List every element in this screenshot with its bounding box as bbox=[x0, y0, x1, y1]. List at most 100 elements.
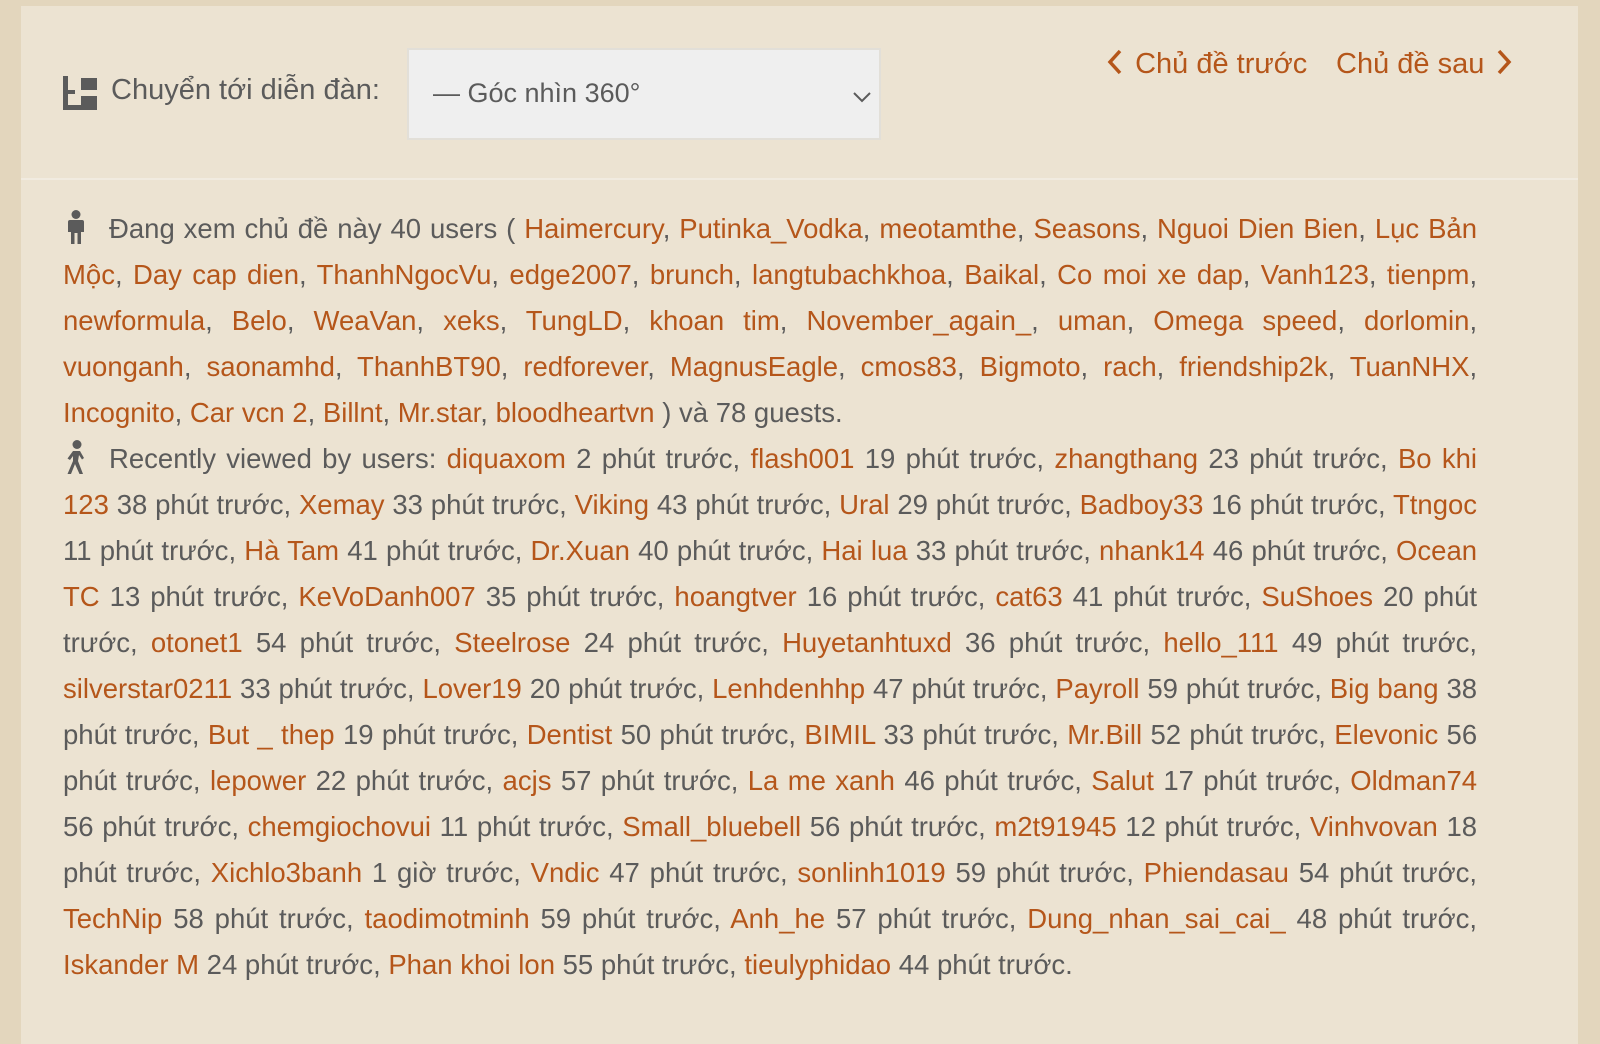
recent-viewer-link[interactable]: Hà Tam bbox=[244, 535, 339, 566]
viewing-user-link[interactable]: rach bbox=[1103, 351, 1157, 382]
viewing-user-link[interactable]: Omega speed bbox=[1153, 305, 1337, 336]
recent-viewer-link[interactable]: zhangthang bbox=[1054, 443, 1198, 474]
viewing-user-link[interactable]: Vanh123 bbox=[1261, 259, 1369, 290]
recent-viewer-link[interactable]: Salut bbox=[1091, 765, 1154, 796]
viewing-user-link[interactable]: Nguoi Dien Bien bbox=[1157, 213, 1358, 244]
recent-viewer-link[interactable]: Vinhvovan bbox=[1310, 811, 1438, 842]
recent-viewer-time: 59 phút trước bbox=[955, 857, 1127, 888]
viewing-user-link[interactable]: Seasons bbox=[1033, 213, 1140, 244]
viewing-user-link[interactable]: friendship2k bbox=[1179, 351, 1327, 382]
viewing-user-link[interactable]: langtubachkhoa bbox=[752, 259, 946, 290]
viewing-user-link[interactable]: redforever bbox=[523, 351, 647, 382]
viewing-user-link[interactable]: Incognito bbox=[63, 397, 175, 428]
viewing-user-link[interactable]: TuanNHX bbox=[1350, 351, 1470, 382]
viewing-user-link[interactable]: brunch bbox=[650, 259, 734, 290]
recent-viewer-link[interactable]: Big bang bbox=[1330, 673, 1439, 704]
viewing-user-link[interactable]: MagnusEagle bbox=[670, 351, 838, 382]
viewing-user-link[interactable]: ThanhBT90 bbox=[357, 351, 501, 382]
recent-viewer-link[interactable]: Dung_nhan_sai_cai_ bbox=[1027, 903, 1285, 934]
recent-viewer-link[interactable]: Anh_he bbox=[730, 903, 825, 934]
viewing-user-link[interactable]: Billnt bbox=[323, 397, 383, 428]
walking-person-icon bbox=[63, 440, 89, 474]
recent-viewer-link[interactable]: diquaxom bbox=[447, 443, 566, 474]
viewing-user-link[interactable]: meotamthe bbox=[879, 213, 1017, 244]
viewing-user-link[interactable]: dorlomin bbox=[1364, 305, 1469, 336]
recent-viewer-link[interactable]: Badboy33 bbox=[1080, 489, 1204, 520]
recent-viewer-link[interactable]: Elevonic bbox=[1334, 719, 1438, 750]
recent-viewer-link[interactable]: lepower bbox=[210, 765, 306, 796]
recent-viewer-time: 48 phút trước bbox=[1296, 903, 1470, 934]
recent-viewer-link[interactable]: Xichlo3banh bbox=[211, 857, 362, 888]
viewing-user-link[interactable]: Car vcn 2 bbox=[190, 397, 308, 428]
recent-viewer-link[interactable]: SuShoes bbox=[1261, 581, 1373, 612]
recent-viewer-link[interactable]: taodimotminh bbox=[365, 903, 530, 934]
viewing-user-link[interactable]: November_again_ bbox=[806, 305, 1031, 336]
recent-viewer-link[interactable]: hello_111 bbox=[1163, 627, 1278, 658]
viewing-user-link[interactable]: bloodheartvn bbox=[496, 397, 655, 428]
recent-viewer-link[interactable]: Lover19 bbox=[422, 673, 521, 704]
viewing-user-link[interactable]: vuonganh bbox=[63, 351, 184, 382]
recent-viewer-link[interactable]: Steelrose bbox=[454, 627, 570, 658]
forum-select[interactable]: — Góc nhìn 360° bbox=[407, 48, 881, 140]
viewing-user-link[interactable]: Haimercury bbox=[524, 213, 663, 244]
viewing-user-link[interactable]: xeks bbox=[443, 305, 500, 336]
recent-viewer-link[interactable]: TechNip bbox=[63, 903, 162, 934]
recent-viewer-link[interactable]: otonet1 bbox=[151, 627, 243, 658]
recent-viewer-link[interactable]: Huyetanhtuxd bbox=[782, 627, 952, 658]
viewing-user-link[interactable]: uman bbox=[1058, 305, 1127, 336]
recent-viewer-time: 57 phút trước bbox=[835, 903, 1009, 934]
viewing-user-link[interactable]: Putinka_Vodka bbox=[679, 213, 862, 244]
recent-viewer-link[interactable]: BIMIL bbox=[804, 719, 875, 750]
recent-viewer-link[interactable]: Iskander M bbox=[63, 949, 199, 980]
viewing-user-link[interactable]: Day cap dien bbox=[133, 259, 299, 290]
viewing-user-link[interactable]: cmos83 bbox=[861, 351, 957, 382]
recent-viewer-link[interactable]: silverstar0211 bbox=[63, 673, 232, 704]
recent-viewer-link[interactable]: KeVoDanh007 bbox=[298, 581, 475, 612]
viewing-user-link[interactable]: khoan tim bbox=[649, 305, 780, 336]
recent-viewer-link[interactable]: Payroll bbox=[1055, 673, 1139, 704]
recent-viewer-link[interactable]: Dentist bbox=[527, 719, 613, 750]
recent-viewer-link[interactable]: flash001 bbox=[750, 443, 854, 474]
recent-viewer-link[interactable]: Small_bluebell bbox=[622, 811, 801, 842]
recent-viewer-link[interactable]: hoangtver bbox=[674, 581, 796, 612]
viewing-user-link[interactable]: edge2007 bbox=[509, 259, 631, 290]
recent-viewer-link[interactable]: nhank14 bbox=[1099, 535, 1205, 566]
recent-viewer-link[interactable]: Oldman74 bbox=[1350, 765, 1477, 796]
viewing-user-link[interactable]: WeaVan bbox=[313, 305, 416, 336]
viewing-user-link[interactable]: Bigmoto bbox=[980, 351, 1081, 382]
recent-viewer-link[interactable]: Viking bbox=[575, 489, 649, 520]
recent-viewer-link[interactable]: sonlinh1019 bbox=[797, 857, 945, 888]
jump-bar: Chuyển tới diễn đàn: — Góc nhìn 360° Chủ… bbox=[21, 6, 1578, 180]
viewing-user-link[interactable]: newformula bbox=[63, 305, 205, 336]
recent-viewer-link[interactable]: tieulyphidao bbox=[744, 949, 891, 980]
recent-viewer-link[interactable]: m2t91945 bbox=[994, 811, 1116, 842]
recent-viewer-link[interactable]: acjs bbox=[503, 765, 552, 796]
recent-viewer-link[interactable]: Phiendasau bbox=[1144, 857, 1289, 888]
recent-viewer-link[interactable]: But _ thep bbox=[208, 719, 335, 750]
viewing-user-link[interactable]: tienpm bbox=[1387, 259, 1470, 290]
viewing-user-link[interactable]: ThanhNgocVu bbox=[317, 259, 492, 290]
viewing-user-link[interactable]: Mr.star bbox=[398, 397, 481, 428]
viewing-user-link[interactable]: saonamhd bbox=[206, 351, 334, 382]
viewing-user-link[interactable]: Belo bbox=[232, 305, 287, 336]
recent-viewer-time: 35 phút trước bbox=[485, 581, 657, 612]
recent-viewer-link[interactable]: Vndic bbox=[531, 857, 600, 888]
recent-viewer-link[interactable]: Phan khoi lon bbox=[388, 949, 555, 980]
previous-topic-link[interactable]: Chủ đề trước bbox=[1105, 48, 1307, 81]
recent-viewer-link[interactable]: Lenhdenhhp bbox=[712, 673, 865, 704]
recent-viewer-link[interactable]: Dr.Xuan bbox=[531, 535, 630, 566]
recent-viewer-link[interactable]: chemgiochovui bbox=[248, 811, 431, 842]
recent-viewer-link[interactable]: cat63 bbox=[995, 581, 1062, 612]
viewing-user-link[interactable]: TungLD bbox=[526, 305, 623, 336]
recent-viewer-link[interactable]: Xemay bbox=[299, 489, 385, 520]
recent-viewer-link[interactable]: Ttngoc bbox=[1393, 489, 1477, 520]
recent-viewer-link[interactable]: Mr.Bill bbox=[1067, 719, 1142, 750]
viewing-user-link[interactable]: Co moi xe dap bbox=[1057, 259, 1243, 290]
viewing-user-link[interactable]: Baikal bbox=[964, 259, 1039, 290]
recent-viewer-link[interactable]: Ural bbox=[839, 489, 889, 520]
recent-viewer-time: 33 phút trước bbox=[392, 489, 560, 520]
recent-viewer-link[interactable]: La me xanh bbox=[748, 765, 895, 796]
next-topic-link[interactable]: Chủ đề sau bbox=[1336, 48, 1514, 81]
recent-viewer-link[interactable]: Hai lua bbox=[821, 535, 907, 566]
recent-viewer-time: 44 phút trước bbox=[898, 949, 1066, 980]
